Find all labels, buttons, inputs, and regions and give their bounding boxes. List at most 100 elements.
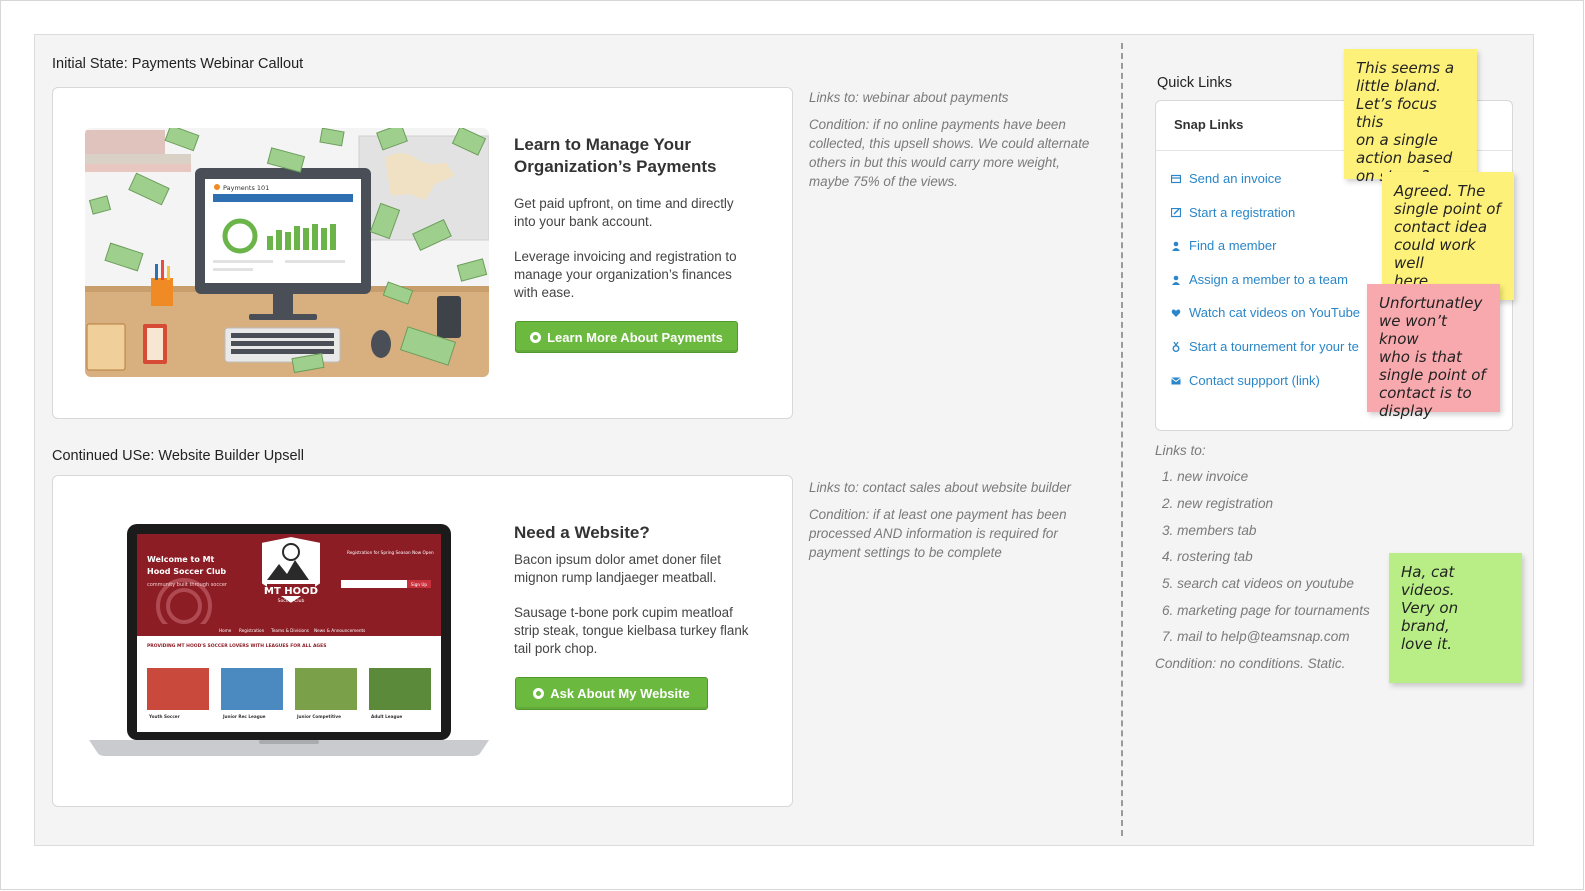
sticky-line: Agreed. The <box>1394 182 1486 200</box>
quick-link-start-tournament[interactable]: Start a tournement for your te <box>1171 339 1359 354</box>
laptop-tile-0: Youth Soccer <box>148 714 181 719</box>
payments-condition-line3: others in but this would carry more weig… <box>809 155 1060 170</box>
laptop-logo-sub: Soccer Club <box>278 598 305 604</box>
quick-links-title: Quick Links <box>1157 75 1232 91</box>
website-para2-line2: strip steak, tongue kielbasa turkey flan… <box>514 623 749 638</box>
website-condition-line2: processed AND information is required fo… <box>809 526 1058 541</box>
invoice-icon <box>1171 174 1181 183</box>
links-list-item: 5. search cat videos on youtube <box>1162 576 1354 591</box>
quick-link-send-invoice[interactable]: Send an invoice <box>1171 171 1282 186</box>
sticky-line: display <box>1379 402 1433 420</box>
payments-para2-line1: Leverage invoicing and registration to <box>514 249 737 264</box>
laptop-signup: Sign Up <box>411 582 428 587</box>
laptop-nav-2: Teams & Divisions <box>270 628 309 633</box>
laptop-nav-0: Home <box>219 628 232 633</box>
ask-about-website-button[interactable]: Ask About My Website <box>515 677 708 710</box>
laptop-graphic: MT HOOD Soccer Club MT HOOD Welcome to M… <box>89 524 489 756</box>
ask-about-website-label: Ask About My Website <box>550 686 690 701</box>
sticky-line: Very on brand, <box>1401 599 1459 635</box>
payments-para2-line2: manage your organization’s finances <box>514 267 732 282</box>
links-list-header: Links to: <box>1155 443 1206 458</box>
links-list-item: 1. new invoice <box>1162 469 1249 484</box>
quick-link-cat-videos[interactable]: Watch cat videos on YouTube <box>1171 305 1360 320</box>
life-ring-icon <box>530 331 542 343</box>
links-list-item: 6. marketing page for tournaments <box>1162 603 1370 618</box>
sticky-line: on a single <box>1356 131 1438 149</box>
learn-more-payments-button[interactable]: Learn More About Payments <box>515 321 738 353</box>
sticky-line: single point of <box>1379 366 1486 384</box>
snap-links-title: Snap Links <box>1174 117 1244 132</box>
sticky-line: contact idea <box>1394 218 1488 236</box>
sticky-line: who is that <box>1379 348 1462 366</box>
payments-links-to: Links to: webinar about payments <box>809 90 1009 105</box>
quick-link-label: Start a tournement for your te <box>1189 339 1359 354</box>
website-heading: Need a Website? <box>514 523 650 542</box>
desk-illustration: Payments 101 <box>85 128 489 377</box>
payments-para1-line1: Get paid upfront, on time and directly <box>514 196 734 211</box>
website-links-to: Links to: contact sales about website bu… <box>809 480 1072 495</box>
sticky-line: Unfortunatley <box>1379 294 1483 312</box>
website-para2-line1: Sausage t-bone pork cupim meatloaf <box>514 605 733 620</box>
life-ring-icon <box>533 688 545 699</box>
laptop-tagline: community built through soccer <box>147 582 228 588</box>
laptop-nav-3: News & Announcements <box>314 628 365 633</box>
quick-link-label: Watch cat videos on YouTube <box>1189 305 1361 320</box>
website-para1-line2: mignon rump landjaeger meatball. <box>514 570 717 585</box>
payments-heading-line2: Organization’s Payments <box>514 157 717 176</box>
links-list-item: 7. mail to help@teamsnap.com <box>1162 629 1350 644</box>
website-para2-line3: tail pork chop. <box>514 641 598 656</box>
sticky-note-bland[interactable]: This seems a little bland. Let’s focus t… <box>1344 49 1477 185</box>
laptop-tile-1: Junior Rec League <box>222 714 266 719</box>
payments-heading-line1: Learn to Manage Your <box>514 135 691 154</box>
laptop-tile-2: Junior Competitive <box>296 714 341 719</box>
quick-link-label: Start a registration <box>1189 205 1296 220</box>
laptop-banner: PROVIDING MT HOOD'S SOCCER LOVERS WITH L… <box>147 643 326 649</box>
laptop-welcome-line1: Welcome to Mt <box>147 555 215 564</box>
website-upsell-card: MT HOOD Soccer Club MT HOOD Welcome to M… <box>52 475 793 807</box>
website-para1-line1: Bacon ipsum dolor amet doner filet <box>514 552 721 567</box>
learn-more-payments-label: Learn More About Payments <box>547 329 723 345</box>
laptop-tile-3: Adult League <box>371 714 402 719</box>
payments-illustration: Payments 101 <box>85 128 489 377</box>
sticky-line: Ha, cat videos. <box>1401 563 1455 599</box>
sticky-line: Let’s focus this <box>1356 95 1437 131</box>
payments-condition-line1: Condition: if no online payments have be… <box>809 117 1066 132</box>
quick-link-label: Find a member <box>1189 238 1277 253</box>
quick-link-assign-member[interactable]: Assign a member to a team <box>1171 272 1348 287</box>
sticky-line: This seems a <box>1356 59 1455 77</box>
quick-link-label: Assign a member to a team <box>1189 272 1348 287</box>
registration-icon <box>1171 207 1181 217</box>
links-list-item: 2. new registration <box>1162 496 1274 511</box>
quick-link-label: Contact suppport (link) <box>1189 373 1320 388</box>
website-section-title: Continued USe: Website Builder Upsell <box>52 448 305 464</box>
person-icon <box>1172 241 1180 251</box>
quick-link-contact-support[interactable]: Contact suppport (link) <box>1171 373 1320 388</box>
sticky-note-unfortunately[interactable]: Unfortunatley we won’t know who is that … <box>1367 284 1500 420</box>
sticky-line: we won’t know <box>1379 312 1447 348</box>
screen-title: Payments 101 <box>223 184 269 192</box>
dashed-divider <box>1121 43 1123 836</box>
laptop-logo-text: MT HOOD <box>264 586 318 597</box>
laptop-reg-line: Registration for Spring Season Now Open <box>347 550 434 555</box>
payments-upsell-card: Payments 101 Learn to Manage Your Organi… <box>52 87 793 419</box>
sticky-line: love it. <box>1401 635 1453 653</box>
quick-link-start-registration[interactable]: Start a registration <box>1171 205 1295 220</box>
links-list-condition: Condition: no conditions. Static. <box>1155 656 1346 671</box>
sticky-line: action based <box>1356 149 1453 167</box>
quick-link-find-member[interactable]: Find a member <box>1171 238 1276 253</box>
laptop-nav-1: Registration <box>239 628 265 633</box>
payments-condition-line4: maybe 75% of the views. <box>809 174 958 189</box>
sticky-note-cat-videos[interactable]: Ha, cat videos. Very on brand, love it. <box>1389 553 1522 683</box>
payments-condition-line2: collected, this upsell shows. We could a… <box>809 136 1090 151</box>
sticky-line: could work well <box>1394 236 1476 272</box>
sticky-note-agreed[interactable]: Agreed. The single point of contact idea… <box>1382 172 1514 300</box>
medal-icon <box>1172 341 1180 352</box>
payments-para1-line2: into your bank account. <box>514 214 653 229</box>
quick-link-label: Send an invoice <box>1189 171 1282 186</box>
website-condition-line3: payment settings to be complete <box>809 545 1002 560</box>
payments-para2-line3: with ease. <box>514 285 575 300</box>
laptop-illustration: MT HOOD Soccer Club MT HOOD Welcome to M… <box>89 524 489 756</box>
sticky-line: little bland. <box>1356 77 1441 95</box>
links-list-item: 3. members tab <box>1162 523 1257 538</box>
links-list-item: 4. rostering tab <box>1162 549 1253 564</box>
